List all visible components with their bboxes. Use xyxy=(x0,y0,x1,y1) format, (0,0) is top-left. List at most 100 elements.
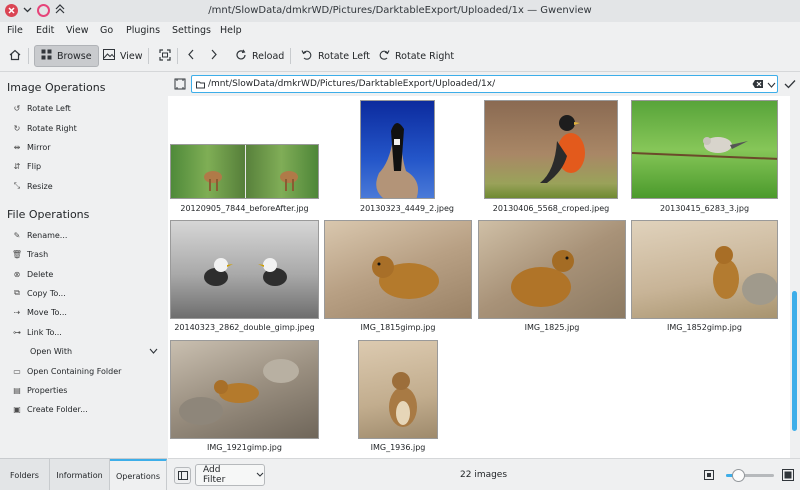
op-label: Properties xyxy=(27,385,68,395)
scrollbar-handle[interactable] xyxy=(792,291,797,431)
chevron-down-icon[interactable] xyxy=(767,81,776,91)
op-move-to[interactable]: ⇢ Move To... xyxy=(12,304,67,320)
tab-folders[interactable]: Folders xyxy=(0,459,50,490)
thumbnail-image xyxy=(358,340,438,439)
delete-icon: ⊗ xyxy=(13,269,21,279)
rotate-left-button[interactable]: Rotate Left xyxy=(295,45,376,67)
thumbnail-image xyxy=(170,144,319,199)
thumbnail-caption: IMG_1825.jpg xyxy=(524,323,580,332)
add-filter-label: Add Filter xyxy=(203,465,226,485)
resize-icon: ⤡ xyxy=(13,181,21,190)
mirror-icon: ⇹ xyxy=(13,142,21,152)
op-label: Create Folder... xyxy=(27,404,88,414)
fullscreen-button[interactable] xyxy=(153,45,177,67)
op-delete[interactable]: ⊗ Delete xyxy=(12,266,54,282)
op-label: Mirror xyxy=(27,142,51,152)
trash-icon: 🗑 xyxy=(11,249,23,259)
thumbnail-image xyxy=(484,100,618,199)
op-label: Link To... xyxy=(27,327,62,337)
menu-view[interactable]: View xyxy=(66,25,89,36)
status-bar: Add Filter 22 images xyxy=(168,458,800,490)
address-bar: /mnt/SlowData/dmkrWD/Pictures/DarktableE… xyxy=(168,72,800,96)
clear-text-icon[interactable] xyxy=(752,79,764,92)
thumbnail-caption: 20120905_7844_beforeAfter.jpg xyxy=(180,204,309,213)
op-label: Flip xyxy=(27,161,42,171)
tab-operations[interactable]: Operations xyxy=(110,459,167,490)
chevron-left-icon xyxy=(187,49,195,63)
rotate-right-label: Rotate Right xyxy=(395,50,455,62)
op-flip[interactable]: ⇵ Flip xyxy=(12,158,41,174)
op-open-with[interactable]: Open With xyxy=(30,343,158,359)
op-mirror[interactable]: ⇹ Mirror xyxy=(12,139,51,155)
copy-icon: ⧉ xyxy=(14,288,20,297)
thumbnail-grid: 20120905_7844_beforeAfter.jpg 20130323_4… xyxy=(168,96,790,458)
fullscreen-icon xyxy=(159,48,171,64)
zoom-fit-icon[interactable] xyxy=(704,470,714,483)
rotate-left-icon: ↺ xyxy=(13,103,21,113)
op-label: Copy To... xyxy=(27,288,66,298)
move-icon: ⇢ xyxy=(13,307,21,317)
reload-label: Reload xyxy=(252,50,285,62)
tab-information[interactable]: Information xyxy=(50,459,110,490)
rotate-right-button[interactable]: Rotate Right xyxy=(372,45,460,67)
op-resize[interactable]: ⤡ Resize xyxy=(12,178,53,194)
op-open-containing-folder[interactable]: ▭ Open Containing Folder xyxy=(12,363,121,379)
toggle-sidebar-icon[interactable] xyxy=(174,467,191,484)
sidebar: Image Operations ↺ Rotate Left ↻ Rotate Ri… xyxy=(0,72,167,458)
path-input[interactable]: /mnt/SlowData/dmkrWD/Pictures/DarktableE… xyxy=(191,75,778,93)
menu-file[interactable]: File xyxy=(7,25,23,36)
menu-go[interactable]: Go xyxy=(100,25,113,36)
rotate-left-icon xyxy=(301,49,313,64)
link-icon: ⊶ xyxy=(13,327,21,337)
flip-icon: ⇵ xyxy=(13,161,21,171)
zoom-slider-handle[interactable] xyxy=(732,469,745,482)
op-label: Move To... xyxy=(27,307,67,317)
thumbnail-caption: 20140323_2862_double_gimp.jpeg xyxy=(174,323,315,332)
menu-bar: File Edit View Go Plugins Settings Help xyxy=(0,22,800,40)
breadcrumb-toggle-icon[interactable] xyxy=(174,78,186,93)
op-label: Rotate Right xyxy=(27,123,77,133)
image-count: 22 images xyxy=(460,470,508,480)
zoom-in-icon[interactable] xyxy=(782,469,794,484)
next-button[interactable] xyxy=(204,45,224,67)
op-properties[interactable]: ▤ Properties xyxy=(12,382,67,398)
thumbnail-caption: IMG_1815gimp.jpg xyxy=(360,323,436,332)
previous-button[interactable] xyxy=(181,45,201,67)
window-title: /mnt/SlowData/dmkrWD/Pictures/DarktableE… xyxy=(208,5,592,16)
folder-new-icon: ▣ xyxy=(13,404,21,414)
op-rename[interactable]: ✎ Rename... xyxy=(12,227,68,243)
sidebar-tabs: Folders Information Operations xyxy=(0,458,167,490)
vertical-scrollbar[interactable] xyxy=(790,96,800,458)
image-icon xyxy=(103,49,115,63)
op-trash[interactable]: 🗑 Trash xyxy=(12,246,48,262)
thumbnail-image xyxy=(324,220,472,319)
menu-edit[interactable]: Edit xyxy=(36,25,54,36)
menu-settings[interactable]: Settings xyxy=(172,25,211,36)
chevron-down-icon xyxy=(149,347,158,356)
path-text: /mnt/SlowData/dmkrWD/Pictures/DarktableE… xyxy=(208,79,496,89)
folder-open-icon: ▭ xyxy=(13,366,21,376)
op-rotate-right[interactable]: ↻ Rotate Right xyxy=(12,120,77,136)
op-label: Rename... xyxy=(27,230,68,240)
menu-plugins[interactable]: Plugins xyxy=(126,25,160,36)
view-button[interactable]: View xyxy=(97,45,149,67)
add-filter-button[interactable]: Add Filter xyxy=(195,464,265,486)
op-rotate-left[interactable]: ↺ Rotate Left xyxy=(12,100,71,116)
browse-button[interactable]: Browse xyxy=(34,45,99,67)
thumbnail-caption: IMG_1921gimp.jpg xyxy=(207,443,282,452)
confirm-icon[interactable] xyxy=(784,79,796,92)
menu-help[interactable]: Help xyxy=(220,25,242,36)
rotate-left-label: Rotate Left xyxy=(318,50,370,62)
thumbnail-image xyxy=(170,340,319,439)
reload-button[interactable]: Reload xyxy=(229,45,290,67)
op-create-folder[interactable]: ▣ Create Folder... xyxy=(12,401,88,417)
op-copy-to[interactable]: ⧉ Copy To... xyxy=(12,285,66,301)
home-button[interactable] xyxy=(3,45,27,67)
folder-icon xyxy=(196,80,205,92)
thumbnail-caption: IMG_1852gimp.jpg xyxy=(667,323,742,332)
thumbnail-image xyxy=(631,100,778,199)
reload-icon xyxy=(235,48,247,64)
thumbnail-caption: IMG_1936.jpg xyxy=(370,443,426,452)
op-link-to[interactable]: ⊶ Link To... xyxy=(12,324,62,340)
home-icon xyxy=(9,49,21,64)
